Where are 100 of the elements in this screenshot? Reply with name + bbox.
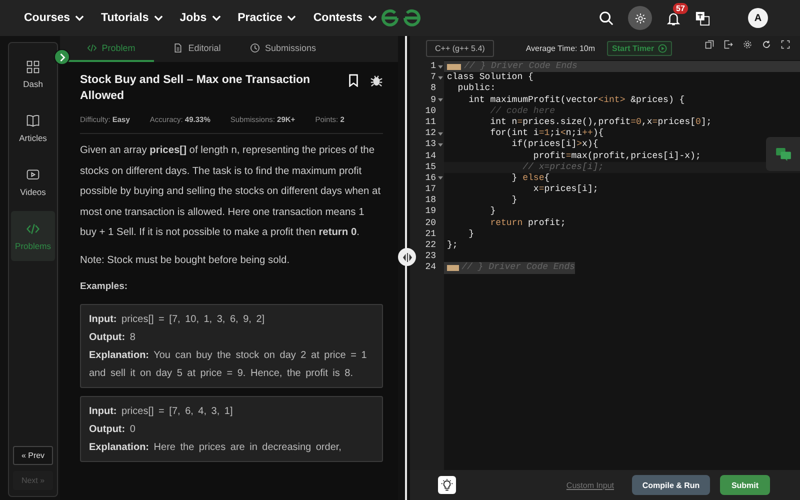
code-line: } xyxy=(468,228,474,240)
line-number: 18 xyxy=(425,195,436,206)
code-line: // code here xyxy=(489,106,556,117)
search-icon[interactable] xyxy=(599,10,614,26)
resize-arrows-icon xyxy=(402,252,412,262)
line-number: 24 xyxy=(425,262,436,274)
resize-handle[interactable] xyxy=(398,248,416,266)
bell-icon[interactable] xyxy=(666,10,681,26)
example-line: Explanation: You can buy the stock on day 2 at price = 1 and sell it on day 5 at price = 9. Hence, the profit is 8. xyxy=(89,349,368,381)
prev-button[interactable]: « Prev xyxy=(13,446,53,465)
chat-button[interactable] xyxy=(766,137,800,171)
settings-icon[interactable] xyxy=(743,40,752,48)
line-number: 19 xyxy=(425,206,436,218)
line-number: 7 xyxy=(430,72,436,84)
example-line: Explanation: Here the prices are in decreasing order, xyxy=(89,441,342,455)
code-line: profit=max(profit,prices[i]-x); xyxy=(532,150,701,162)
example-line: Input: prices[] = [7, 6, 4, 3, 1] xyxy=(89,405,234,419)
bookmark-icon[interactable] xyxy=(347,74,360,87)
hint-bulb-button[interactable] xyxy=(438,476,456,494)
custom-input-link[interactable]: Custom Input xyxy=(566,480,614,490)
code-line: } else{ xyxy=(510,172,550,184)
code-line: if(prices[i]>x){ xyxy=(510,139,598,151)
compile-run-button[interactable]: Compile & Run xyxy=(632,475,710,495)
document-icon xyxy=(173,43,184,53)
problem-title: Stock Buy and Sell – Max one Transaction Allowed xyxy=(80,73,312,104)
notification-badge: 57 xyxy=(673,2,688,14)
grid-icon xyxy=(26,60,40,74)
submit-button[interactable]: Submit xyxy=(720,475,770,495)
example-line: Output: 8 xyxy=(89,331,136,345)
nav-menu[interactable]: Tutorials xyxy=(101,12,163,24)
translate-icon[interactable] xyxy=(695,10,710,26)
code-line: return profit; xyxy=(489,218,566,229)
sidebar-item[interactable]: Dash xyxy=(11,49,55,99)
video-icon xyxy=(26,168,40,182)
fold-arrow-icon[interactable] xyxy=(438,76,443,80)
nav-menu[interactable]: Jobs xyxy=(180,12,221,24)
chevron-down-icon xyxy=(287,15,296,21)
clock-icon xyxy=(250,43,260,53)
fold-arrow-icon[interactable] xyxy=(438,132,443,136)
example-line: Output: 0 xyxy=(89,423,136,437)
avatar[interactable]: A xyxy=(748,8,768,28)
fold-marker-icon[interactable] xyxy=(447,64,461,70)
nav-menu[interactable]: Courses xyxy=(24,12,84,24)
code-icon xyxy=(86,43,97,53)
code-line: } xyxy=(510,195,518,206)
sidebar-item[interactable]: Articles xyxy=(11,103,55,153)
fold-arrow-icon[interactable] xyxy=(438,176,443,180)
chevron-down-icon xyxy=(212,15,221,21)
chevron-down-icon xyxy=(75,15,84,21)
line-number: 11 xyxy=(425,116,436,128)
nav-menu[interactable]: Practice xyxy=(238,12,296,24)
chevron-right-icon xyxy=(58,52,66,62)
line-number: 10 xyxy=(425,106,436,117)
code-line: int n=prices.size(),profit=0,x=prices[0]; xyxy=(489,116,712,128)
line-number: 12 xyxy=(425,128,436,140)
export-icon[interactable] xyxy=(724,40,733,48)
book-icon xyxy=(26,114,40,128)
lightbulb-icon xyxy=(441,478,453,492)
line-number: 16 xyxy=(425,172,436,184)
play-icon xyxy=(658,44,668,52)
code-line: public: xyxy=(456,83,496,95)
code-line: class Solution { xyxy=(447,72,534,84)
code-icon xyxy=(26,222,40,236)
start-timer-button[interactable]: Start Timer xyxy=(607,40,672,56)
code-line: int maximumProfit(vector<int> &prices) { xyxy=(468,94,685,106)
line-number: 8 xyxy=(430,83,436,95)
code-line: for(int i=1;i<n;i++){ xyxy=(489,128,604,140)
code-line: }; xyxy=(447,240,458,252)
line-number: 20 xyxy=(425,218,436,229)
code-line: // x=prices[i]; xyxy=(522,162,604,173)
average-time: Average Time: 10m xyxy=(526,44,596,52)
panel-tab[interactable]: Editorial xyxy=(154,36,240,62)
code-line: } xyxy=(489,206,496,218)
line-number: 13 xyxy=(425,139,436,150)
line-number: 14 xyxy=(425,150,436,162)
fold-arrow-icon[interactable] xyxy=(438,64,443,69)
line-number: 9 xyxy=(430,94,436,106)
fold-arrow-icon[interactable] xyxy=(438,98,443,102)
line-number: 23 xyxy=(425,251,436,262)
reset-icon[interactable] xyxy=(762,40,771,48)
fullscreen-icon[interactable] xyxy=(781,40,790,48)
problem-description: Given an array prices[] of length n, representing the prices of the stocks on different days. The task is to find the maximum profit possible by buying and selling the stocks on different days when at most one transaction is allowed. Here one transaction means 1 buy + 1 Sell. If it is not possible to make a profit then return 0. xyxy=(80,144,382,240)
bug-icon[interactable] xyxy=(370,74,383,87)
copy-icon[interactable] xyxy=(705,40,714,48)
sun-icon xyxy=(634,12,646,24)
panel-tab[interactable]: Submissions xyxy=(240,36,326,62)
line-number: 17 xyxy=(425,184,436,196)
examples-heading: Examples: xyxy=(80,281,129,292)
nav-menu[interactable]: Contests xyxy=(313,12,377,24)
language-dropdown[interactable]: C++ (g++ 5.4) xyxy=(426,40,494,56)
fold-marker-icon[interactable] xyxy=(447,264,459,271)
chevron-down-icon xyxy=(368,15,377,21)
line-number: 1 xyxy=(430,61,436,72)
theme-toggle[interactable] xyxy=(628,6,652,30)
code-line: x=prices[i]; xyxy=(532,184,598,196)
sidebar-item[interactable]: Videos xyxy=(11,157,55,207)
logo-icon[interactable] xyxy=(379,7,423,29)
line-number: 15 xyxy=(425,162,436,173)
line-number: 22 xyxy=(425,240,436,252)
fold-arrow-icon[interactable] xyxy=(438,142,443,147)
